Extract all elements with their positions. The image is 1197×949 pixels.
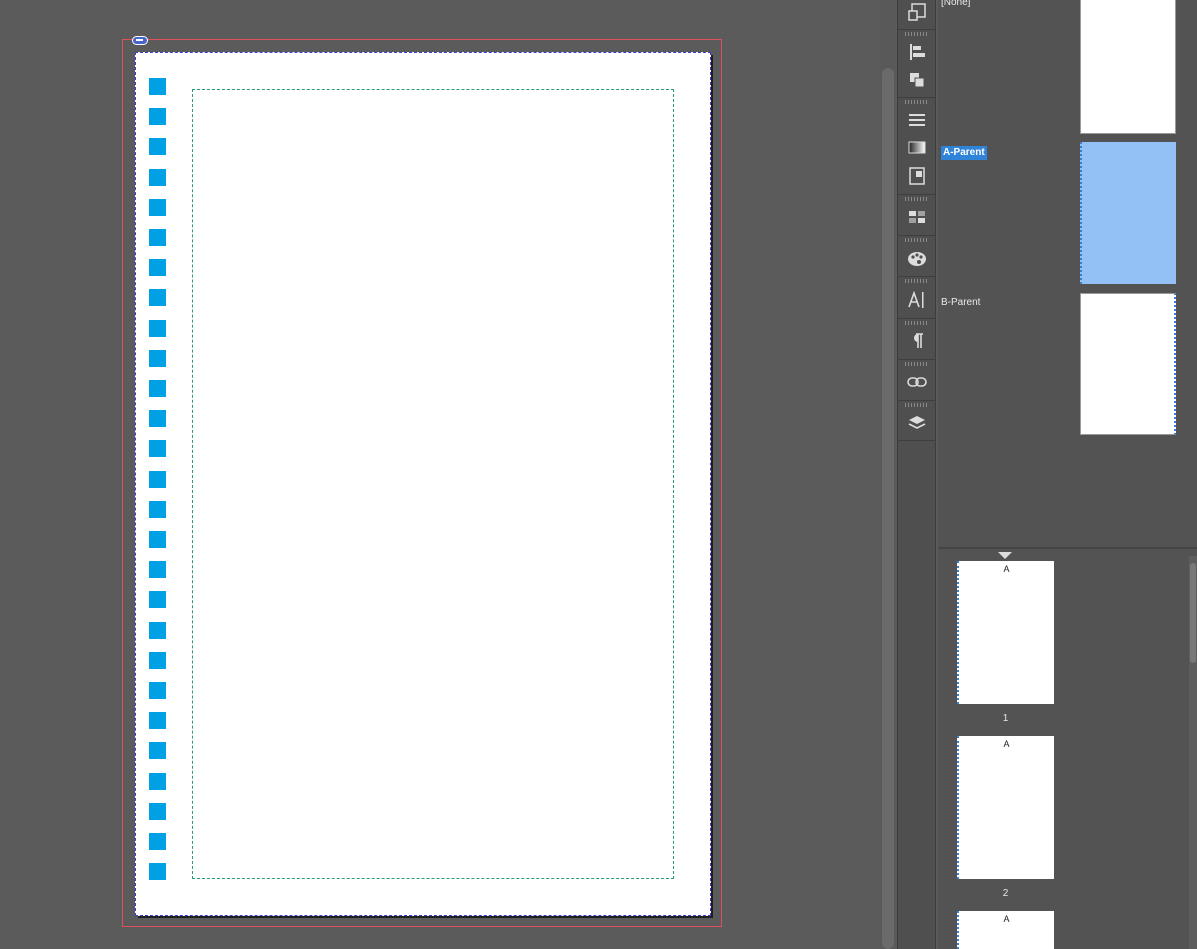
blue-square-frame[interactable]: [149, 682, 166, 699]
parent-thumb-a[interactable]: [1080, 142, 1176, 284]
parent-label-none[interactable]: [None]: [941, 0, 970, 9]
blue-square-frame[interactable]: [149, 652, 166, 669]
panel-icon-strip: [897, 0, 936, 949]
blue-square-frame[interactable]: [149, 78, 166, 95]
blue-square-frame[interactable]: [149, 803, 166, 820]
blue-square-frame[interactable]: [149, 471, 166, 488]
text-wrap-icon[interactable]: [898, 159, 936, 193]
blue-square-frame[interactable]: [149, 320, 166, 337]
blue-square-frame[interactable]: [149, 863, 166, 880]
blue-square-frame[interactable]: [149, 742, 166, 759]
blue-square-frame[interactable]: [149, 199, 166, 216]
panel-scrollbar-thumb[interactable]: [1190, 563, 1196, 663]
canvas-vertical-scrollbar[interactable]: [880, 0, 896, 949]
page-thumb-3[interactable]: A: [957, 911, 1054, 949]
swatches-icon[interactable]: [898, 200, 936, 234]
parent-thumb-b[interactable]: [1080, 293, 1176, 435]
pathfinder-icon[interactable]: [898, 63, 936, 97]
blue-square-frame[interactable]: [149, 380, 166, 397]
panel-divider[interactable]: [938, 547, 1197, 549]
parent-label-a[interactable]: A-Parent: [941, 146, 987, 160]
page-number-1: 1: [1002, 713, 1009, 724]
blue-square-frame[interactable]: [149, 108, 166, 125]
parent-thumb-none[interactable]: [1080, 0, 1176, 134]
margin-guide: [192, 89, 674, 879]
page-thumb-1[interactable]: A: [957, 561, 1054, 704]
blue-square-frame[interactable]: [149, 531, 166, 548]
blue-square-frame[interactable]: [149, 169, 166, 186]
blue-square-frame[interactable]: [149, 229, 166, 246]
blue-square-frame[interactable]: [149, 440, 166, 457]
parent-label-b[interactable]: B-Parent: [941, 297, 980, 309]
links-icon[interactable]: [898, 365, 936, 399]
link-icon[interactable]: [132, 36, 148, 45]
color-icon[interactable]: [898, 242, 936, 276]
blue-square-frame[interactable]: [149, 410, 166, 427]
page-thumb-2[interactable]: A: [957, 736, 1054, 879]
blue-square-frame[interactable]: [149, 773, 166, 790]
paragraph-icon[interactable]: [898, 324, 936, 358]
blue-square-frame[interactable]: [149, 622, 166, 639]
blue-square-frame[interactable]: [149, 712, 166, 729]
transform-icon[interactable]: [898, 0, 936, 29]
page-thumb-parent-letter: A: [1003, 739, 1010, 749]
spread-marker-icon: [998, 552, 1012, 559]
blue-square-frame[interactable]: [149, 350, 166, 367]
blue-square-frame[interactable]: [149, 833, 166, 850]
blue-square-frame[interactable]: [149, 501, 166, 518]
canvas-scrollbar-thumb[interactable]: [882, 68, 894, 949]
blue-square-frame[interactable]: [149, 259, 166, 276]
layers-icon[interactable]: [898, 406, 936, 440]
blue-square-frame[interactable]: [149, 561, 166, 578]
blue-square-frame[interactable]: [149, 289, 166, 306]
page-number-2: 2: [1002, 888, 1009, 899]
blue-square-frame[interactable]: [149, 138, 166, 155]
page-thumb-parent-letter: A: [1003, 914, 1010, 924]
character-styles-icon[interactable]: [898, 283, 936, 317]
page-thumb-parent-letter: A: [1003, 564, 1010, 574]
blue-square-frame[interactable]: [149, 591, 166, 608]
